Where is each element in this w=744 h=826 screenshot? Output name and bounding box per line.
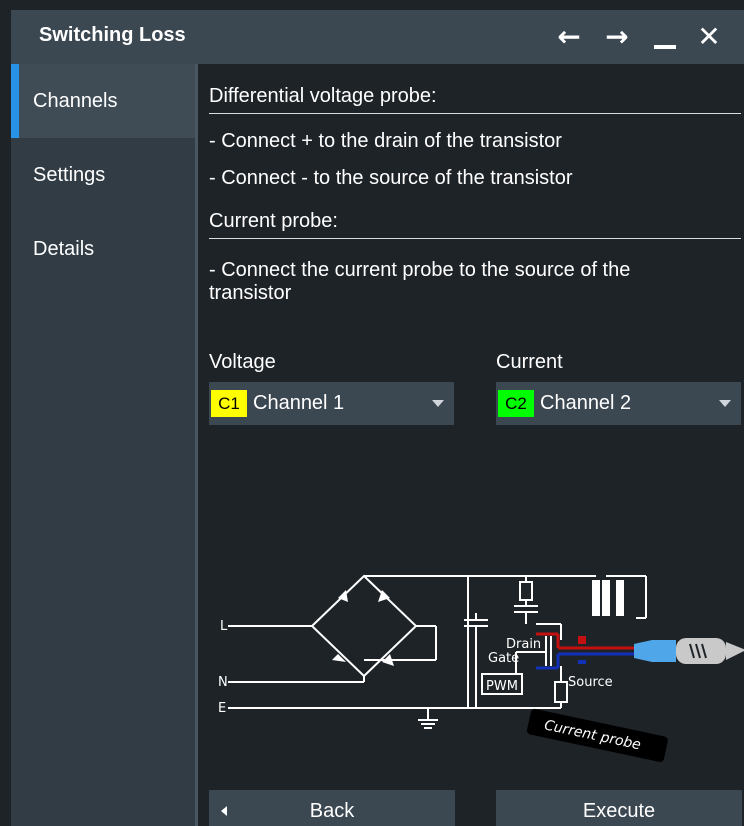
gate-label: Gate xyxy=(488,651,519,666)
voltage-channel-select[interactable]: C1 Channel 1 xyxy=(209,382,454,425)
diff-probe-heading: Differential voltage probe: xyxy=(209,85,437,107)
forward-arrow-icon[interactable]: → xyxy=(599,20,635,54)
line-L-label: L xyxy=(220,619,228,634)
title-bar: Switching Loss ← → ✕ xyxy=(11,10,744,64)
back-button-label: Back xyxy=(309,800,355,822)
current-probe-instruction-1: - Connect the current probe to the sourc… xyxy=(209,259,631,281)
line-N-label: N xyxy=(218,675,228,690)
channel-chip: C1 xyxy=(211,390,247,417)
execute-button-label: Execute xyxy=(582,800,656,822)
current-label: Current xyxy=(496,351,563,373)
sidebar-item-label: Details xyxy=(33,238,95,260)
chevron-down-icon xyxy=(432,400,444,407)
sidebar: Channels Settings Details xyxy=(11,64,195,826)
selected-value: Channel 2 xyxy=(540,392,632,414)
sidebar-item-label: Channels xyxy=(33,90,118,112)
dialog-title: Switching Loss xyxy=(39,24,186,46)
divider xyxy=(209,238,741,239)
sidebar-item-settings[interactable]: Settings xyxy=(11,138,195,212)
switching-loss-dialog: Switching Loss ← → ✕ Channels Settings D… xyxy=(11,10,744,826)
back-button[interactable]: Back xyxy=(209,790,455,826)
execute-button[interactable]: Execute xyxy=(496,790,742,826)
channel-chip: C2 xyxy=(498,390,534,417)
current-probe-heading: Current probe: xyxy=(209,210,338,232)
divider xyxy=(209,113,741,114)
sidebar-item-label: Settings xyxy=(33,164,106,186)
diff-probe-instruction-1: - Connect + to the drain of the transist… xyxy=(209,130,562,152)
sidebar-item-channels[interactable]: Channels xyxy=(11,64,195,138)
current-probe-instruction-2: transistor xyxy=(209,282,292,304)
back-caret-icon xyxy=(221,806,227,816)
chevron-down-icon xyxy=(719,400,731,407)
voltage-label: Voltage xyxy=(209,351,276,373)
drain-label: Drain xyxy=(506,637,541,652)
selected-value: Channel 1 xyxy=(253,392,345,414)
source-label: Source xyxy=(568,675,613,690)
pwm-label: PWM xyxy=(486,679,518,694)
line-E-label: E xyxy=(218,701,226,716)
main-content: Differential voltage probe: - Connect + … xyxy=(198,64,744,826)
back-arrow-icon[interactable]: ← xyxy=(551,20,587,54)
switching-loss-circuit-diagram: Current probe L N E Drain Gate PWM Sourc… xyxy=(218,574,744,762)
current-channel-select[interactable]: C2 Channel 2 xyxy=(496,382,741,425)
minimize-icon[interactable] xyxy=(647,20,683,54)
close-icon[interactable]: ✕ xyxy=(691,20,727,54)
active-indicator xyxy=(11,64,19,138)
diff-probe-instruction-2: - Connect - to the source of the transis… xyxy=(209,167,573,189)
sidebar-item-details[interactable]: Details xyxy=(11,212,195,286)
